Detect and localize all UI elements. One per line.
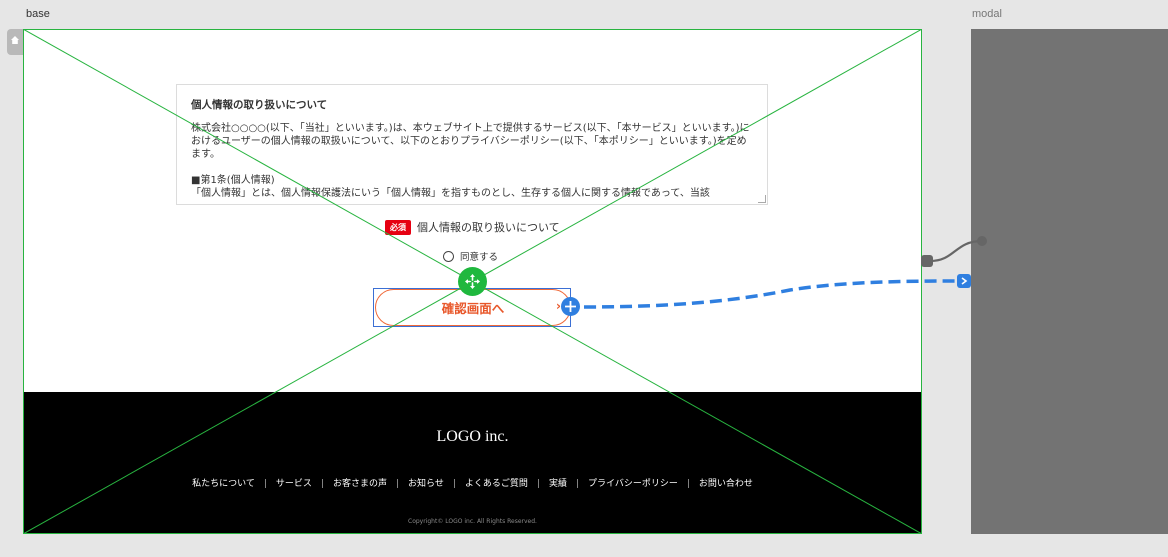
footer-copyright: Copyright© LOGO inc. All Rights Reserved… bbox=[408, 518, 537, 525]
footer-link-about[interactable]: 私たちについて bbox=[192, 479, 255, 489]
footer-nav: 私たちについて | サービス | お客さまの声 | お知らせ | よくあるご質問 | 実績 | プライバ… bbox=[23, 476, 922, 489]
footer-link-works[interactable]: 実績 bbox=[549, 479, 567, 489]
required-badge: 必須 bbox=[385, 219, 411, 235]
footer-link-voice[interactable]: お客さまの声 bbox=[333, 479, 387, 489]
agree-radio[interactable] bbox=[443, 250, 454, 262]
footer-separator: | bbox=[536, 479, 540, 489]
home-artboard-tab[interactable] bbox=[7, 29, 23, 55]
footer-link-service[interactable]: サービス bbox=[276, 479, 312, 489]
plus-icon bbox=[565, 301, 576, 312]
artboard-label-base[interactable]: base bbox=[26, 8, 50, 20]
move-handle[interactable] bbox=[458, 267, 487, 296]
footer-separator: | bbox=[263, 479, 267, 489]
footer-separator: | bbox=[395, 479, 399, 489]
footer-separator: | bbox=[575, 479, 579, 489]
required-label-text: 個人情報の取り扱いについて bbox=[417, 221, 560, 234]
footer: LOGO inc. 私たちについて | サービス | お客さまの声 | お知らせ | よくあるご… bbox=[23, 392, 922, 534]
base-artboard[interactable]: 個人情報の取り扱いについて 株式会社○○○○(以下、「当社」といいます。)は、本… bbox=[23, 29, 922, 534]
home-icon bbox=[11, 36, 19, 44]
agree-label: 同意する bbox=[460, 252, 499, 263]
footer-separator: | bbox=[686, 479, 690, 489]
privacy-policy-textarea[interactable]: 個人情報の取り扱いについて 株式会社○○○○(以下、「当社」といいます。)は、本… bbox=[176, 84, 768, 205]
policy-section-heading: ■第1条(個人情報) bbox=[191, 175, 275, 186]
policy-paragraph: 株式会社○○○○(以下、「当社」といいます。)は、本ウェブサイト上で提供するサー… bbox=[191, 123, 750, 160]
policy-section-text: 「個人情報」とは、個人情報保護法にいう「個人情報」を指すものとし、生存する個人に… bbox=[191, 188, 710, 199]
footer-link-privacy[interactable]: プライバシーポリシー bbox=[588, 479, 678, 489]
footer-link-news[interactable]: お知らせ bbox=[408, 479, 444, 489]
policy-title: 個人情報の取り扱いについて bbox=[191, 99, 328, 111]
footer-link-contact[interactable]: お問い合わせ bbox=[699, 479, 753, 489]
add-link-handle[interactable] bbox=[561, 297, 580, 316]
connector-node bbox=[921, 255, 933, 267]
footer-separator: | bbox=[320, 479, 324, 489]
footer-link-faq[interactable]: よくあるご質問 bbox=[465, 479, 528, 489]
agree-option[interactable]: 同意する bbox=[443, 249, 498, 263]
resize-handle[interactable] bbox=[758, 195, 766, 203]
footer-separator: | bbox=[452, 479, 456, 489]
chevron-right-icon bbox=[957, 274, 971, 288]
modal-artboard[interactable] bbox=[971, 29, 1168, 534]
artboard-label-modal[interactable]: modal bbox=[972, 8, 1002, 20]
footer-logo[interactable]: LOGO inc. bbox=[23, 428, 922, 446]
required-field-label: 必須 個人情報の取り扱いについて bbox=[385, 219, 560, 235]
move-icon bbox=[465, 274, 480, 289]
